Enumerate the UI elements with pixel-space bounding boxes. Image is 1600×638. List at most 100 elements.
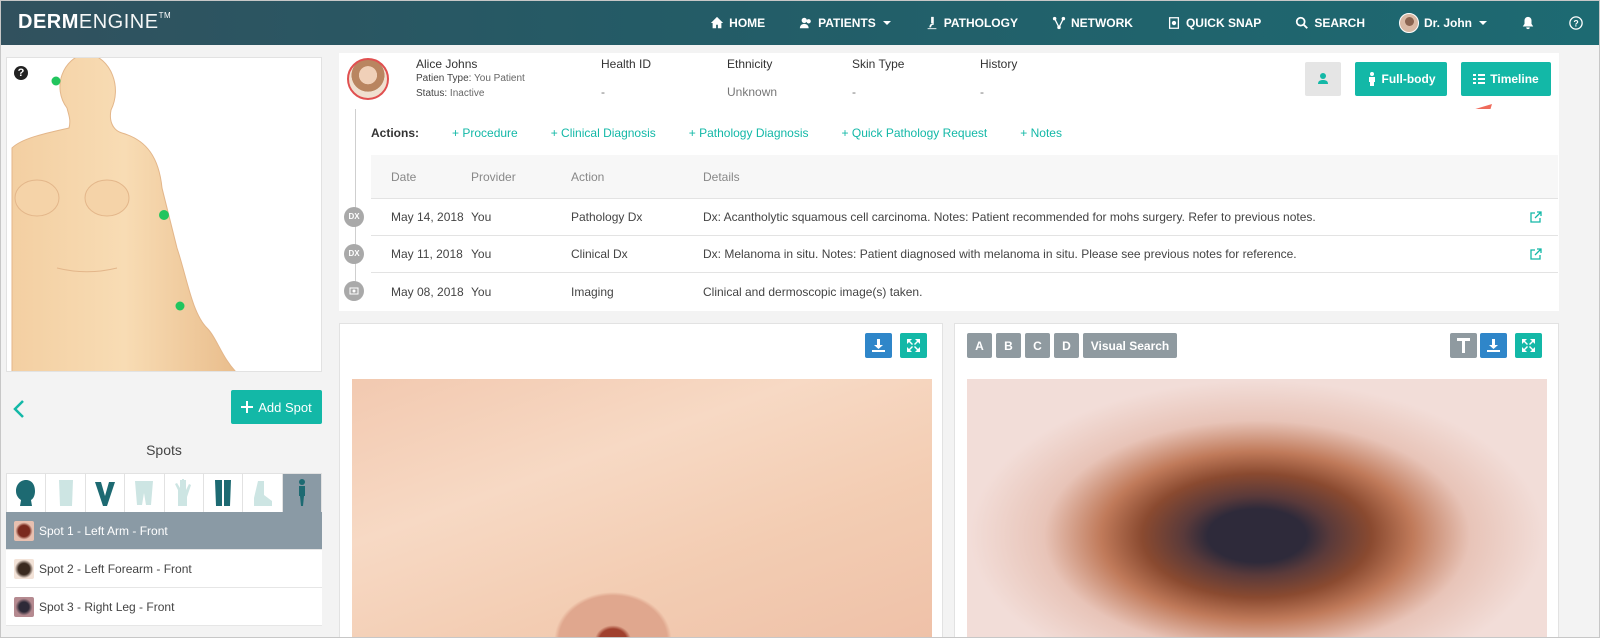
view-b-button[interactable]: B bbox=[996, 333, 1021, 358]
camera-icon bbox=[1168, 17, 1179, 29]
profile-button[interactable] bbox=[1305, 62, 1341, 96]
dx-badge: DX bbox=[344, 207, 364, 227]
patient-name: Alice Johns bbox=[416, 57, 478, 71]
visual-search-button[interactable]: Visual Search bbox=[1083, 333, 1177, 358]
spot-list: Spot 1 - Left Arm - Front Spot 2 - Left … bbox=[6, 512, 322, 626]
ethnicity-field: Ethnicity Unknown bbox=[727, 57, 778, 99]
add-notes-link[interactable]: + Notes bbox=[1020, 126, 1062, 140]
body-region-filter bbox=[6, 473, 322, 513]
region-foot-icon[interactable] bbox=[243, 474, 283, 512]
nav-patients[interactable]: PATIENTS bbox=[799, 16, 891, 30]
list-item[interactable]: Spot 2 - Left Forearm - Front bbox=[6, 550, 322, 588]
region-arms-icon[interactable] bbox=[86, 474, 126, 512]
expand-icon bbox=[1522, 339, 1535, 352]
nav-quick-snap[interactable]: QUICK SNAP bbox=[1167, 16, 1261, 30]
spot-marker[interactable] bbox=[159, 210, 169, 220]
add-pathology-diagnosis-link[interactable]: + Pathology Diagnosis bbox=[689, 126, 809, 140]
top-navbar: DERMENGINETM HOME PATIENTS PATHOLOGY NET… bbox=[1, 1, 1599, 45]
health-id-field: Health ID - bbox=[601, 57, 652, 99]
patient-status: Status: Inactive bbox=[416, 88, 485, 99]
network-icon bbox=[1052, 16, 1066, 30]
help-icon: ? bbox=[1569, 16, 1583, 30]
dermoscopic-image[interactable] bbox=[967, 379, 1547, 637]
home-icon bbox=[711, 16, 724, 29]
region-torso-icon[interactable] bbox=[46, 474, 86, 512]
microscope-icon bbox=[927, 16, 937, 30]
patients-icon bbox=[800, 17, 811, 29]
download-icon bbox=[872, 339, 885, 352]
add-quick-pathology-request-link[interactable]: + Quick Pathology Request bbox=[842, 126, 988, 140]
table-row[interactable]: DX May 11, 2018 You Clinical Dx Dx: Melanom… bbox=[344, 236, 1558, 273]
spot-marker[interactable] bbox=[51, 76, 61, 86]
view-d-button[interactable]: D bbox=[1054, 333, 1079, 358]
list-icon bbox=[1473, 74, 1486, 84]
search-icon bbox=[1296, 16, 1309, 29]
help-nav[interactable]: ? bbox=[1569, 16, 1583, 30]
table-row[interactable]: May 08, 2018 You Imaging Clinical and dermo… bbox=[344, 273, 1558, 310]
list-item[interactable]: Spot 3 - Right Leg - Front bbox=[6, 588, 322, 626]
spot-thumbnail bbox=[14, 596, 34, 617]
view-a-button[interactable]: A bbox=[967, 333, 992, 358]
svg-text:?: ? bbox=[1573, 19, 1578, 29]
add-clinical-diagnosis-link[interactable]: + Clinical Diagnosis bbox=[551, 126, 656, 140]
spot-marker[interactable] bbox=[175, 301, 185, 311]
clinical-image-panel bbox=[339, 323, 943, 637]
external-link-icon[interactable] bbox=[1530, 248, 1542, 260]
region-head-icon[interactable] bbox=[7, 474, 47, 512]
person-icon bbox=[1368, 72, 1375, 86]
logo[interactable]: DERMENGINETM bbox=[18, 11, 171, 34]
app-window: DERMENGINETM HOME PATIENTS PATHOLOGY NET… bbox=[0, 0, 1600, 638]
help-icon[interactable]: ? bbox=[14, 66, 28, 80]
user-icon bbox=[1318, 73, 1328, 84]
chevron-down-icon bbox=[1479, 21, 1487, 25]
back-arrow-icon[interactable] bbox=[11, 399, 29, 419]
list-item[interactable]: Spot 1 - Left Arm - Front bbox=[6, 512, 322, 550]
add-spot-button[interactable]: Add Spot bbox=[231, 390, 322, 424]
spot-thumbnail bbox=[14, 558, 34, 579]
expand-icon bbox=[907, 339, 920, 352]
tool-icon bbox=[1457, 338, 1470, 353]
camera-badge-icon bbox=[344, 281, 364, 301]
fullscreen-button[interactable] bbox=[1515, 333, 1542, 358]
notifications[interactable] bbox=[1521, 16, 1535, 30]
region-legs-icon[interactable] bbox=[204, 474, 244, 512]
nav-home[interactable]: HOME bbox=[710, 16, 765, 30]
avatar bbox=[1398, 13, 1419, 33]
dermoscopic-image-panel: A B C D Visual Search bbox=[954, 323, 1559, 637]
actions-bar: Actions: + Procedure + Clinical Diagnosi… bbox=[371, 126, 1062, 140]
table-row[interactable]: DX May 14, 2018 You Pathology Dx Dx: Acanth… bbox=[344, 199, 1558, 236]
body-figure bbox=[11, 58, 236, 371]
body-map[interactable] bbox=[6, 57, 322, 372]
plus-icon bbox=[241, 401, 254, 413]
region-hips-icon[interactable] bbox=[125, 474, 165, 512]
table-header: Date Provider Action Details bbox=[371, 155, 1558, 199]
fullscreen-button[interactable] bbox=[900, 333, 927, 358]
timeline-button[interactable]: Timeline bbox=[1461, 62, 1551, 96]
spots-heading: Spots bbox=[146, 442, 182, 458]
skin-type-field: Skin Type - bbox=[852, 57, 905, 99]
external-link-icon[interactable] bbox=[1530, 211, 1542, 223]
nav-search[interactable]: SEARCH bbox=[1295, 16, 1365, 30]
download-button[interactable] bbox=[1480, 333, 1507, 358]
patient-header: Alice Johns Patien Type: You Patient Sta… bbox=[339, 53, 1559, 109]
history-field: History - bbox=[980, 57, 1018, 99]
nav-pathology[interactable]: PATHOLOGY bbox=[925, 16, 1018, 30]
add-procedure-link[interactable]: + Procedure bbox=[452, 126, 518, 140]
region-hand-icon[interactable] bbox=[165, 474, 204, 512]
full-body-button[interactable]: Full-body bbox=[1355, 62, 1447, 96]
view-c-button[interactable]: C bbox=[1025, 333, 1050, 358]
patient-type: Patien Type: You Patient bbox=[416, 73, 525, 84]
region-full-body-icon[interactable] bbox=[282, 474, 321, 512]
patient-avatar bbox=[347, 58, 389, 100]
actions-label: Actions: bbox=[371, 126, 419, 140]
chevron-down-icon bbox=[882, 21, 891, 25]
timeline-panel: Actions: + Procedure + Clinical Diagnosi… bbox=[339, 109, 1559, 311]
download-icon bbox=[1487, 339, 1500, 352]
bell-icon bbox=[1522, 16, 1534, 30]
nav-user-menu[interactable]: Dr. John bbox=[1398, 13, 1487, 33]
clinical-image[interactable] bbox=[352, 379, 932, 637]
download-button[interactable] bbox=[865, 333, 892, 358]
timeline-table: Date Provider Action Details DX May 14, 201… bbox=[344, 155, 1558, 310]
nav-network[interactable]: NETWORK bbox=[1052, 16, 1133, 30]
tools-button[interactable] bbox=[1450, 333, 1477, 358]
